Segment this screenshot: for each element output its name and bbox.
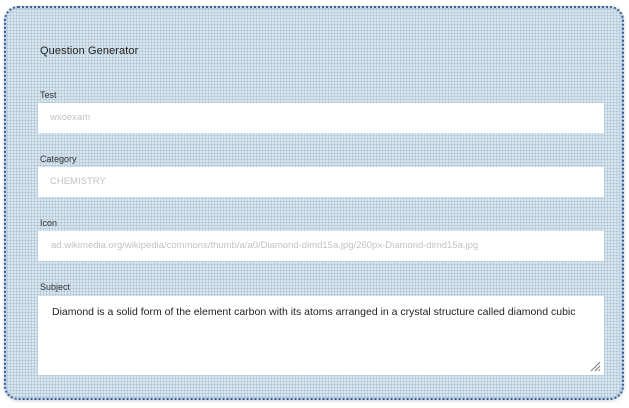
test-input[interactable]: wxoexam xyxy=(38,103,604,133)
resize-grip-icon[interactable] xyxy=(589,360,601,372)
category-input[interactable]: CHEMISTRY xyxy=(38,167,604,197)
subject-label: Subject xyxy=(40,282,71,292)
icon-url-input[interactable]: ad.wikimedia.org/wikipedia/commons/thumb… xyxy=(38,231,604,261)
question-generator-card: Question Generator Test wxoexam Category… xyxy=(27,32,615,388)
subject-textarea[interactable]: Diamond is a solid form of the element c… xyxy=(38,296,604,375)
form-frame: Question Generator Test wxoexam Category… xyxy=(4,6,624,400)
category-label: Category xyxy=(40,154,77,164)
page-title: Question Generator xyxy=(40,45,139,57)
test-label: Test xyxy=(40,90,57,100)
icon-label: Icon xyxy=(40,218,58,228)
subject-text: Diamond is a solid form of the element c… xyxy=(52,306,576,318)
